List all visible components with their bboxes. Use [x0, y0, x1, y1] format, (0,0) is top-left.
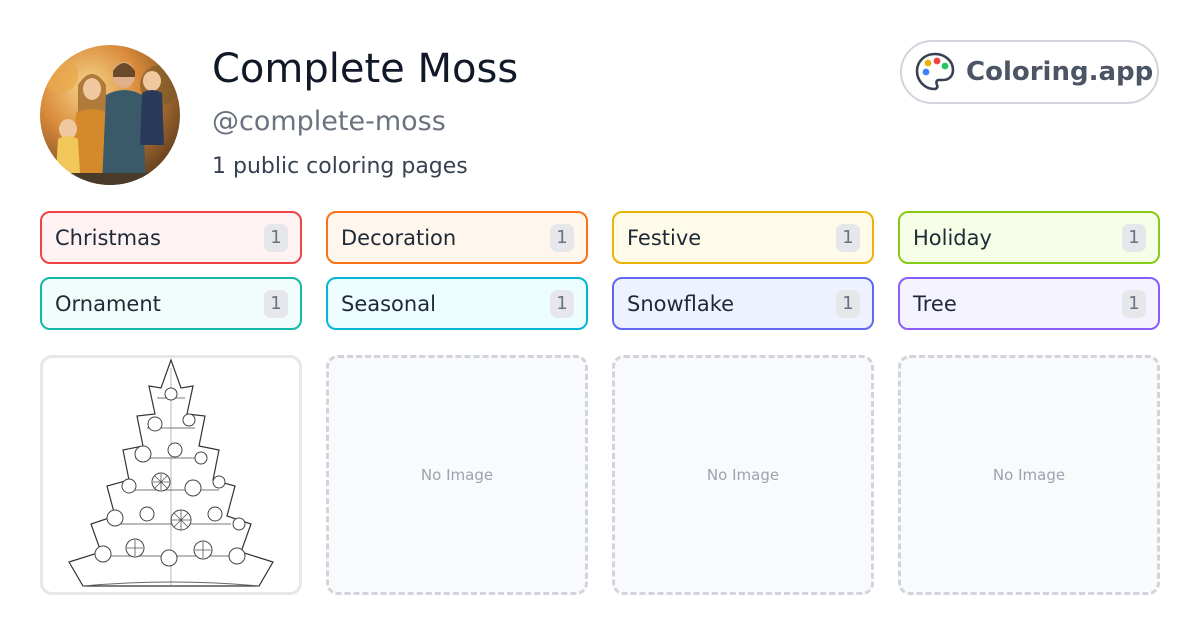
tag-tree[interactable]: Tree 1: [898, 277, 1160, 330]
tag-count: 1: [264, 289, 288, 318]
tag-count: 1: [836, 223, 860, 252]
tag-label: Christmas: [55, 225, 161, 250]
empty-card: No Image: [326, 355, 588, 595]
tag-count: 1: [264, 223, 288, 252]
tag-count: 1: [550, 289, 574, 318]
tag-ornament[interactable]: Ornament 1: [40, 277, 302, 330]
tag-label: Holiday: [913, 225, 992, 250]
tag-seasonal[interactable]: Seasonal 1: [326, 277, 588, 330]
tag-count: 1: [836, 289, 860, 318]
tag-list: Christmas 1 Decoration 1 Festive 1 Holid…: [40, 211, 1160, 330]
tag-label: Ornament: [55, 291, 161, 316]
profile-card: Complete Moss @complete-moss 1 public co…: [0, 0, 1200, 630]
no-image-label: No Image: [992, 466, 1066, 484]
tag-holiday[interactable]: Holiday 1: [898, 211, 1160, 264]
avatar: [40, 45, 180, 185]
no-image-label: No Image: [706, 466, 780, 484]
christmas-tree-coloring-image: [68, 358, 274, 587]
coloring-page-grid: No Image No Image No Image: [40, 355, 1160, 595]
palette-icon: [915, 52, 955, 91]
tag-count: 1: [1122, 289, 1146, 318]
coloring-page-card[interactable]: [40, 355, 302, 595]
no-image-label: No Image: [420, 466, 494, 484]
tag-label: Seasonal: [341, 291, 436, 316]
empty-card: No Image: [898, 355, 1160, 595]
tag-decoration[interactable]: Decoration 1: [326, 211, 588, 264]
brand-label: Coloring.app: [966, 57, 1154, 87]
profile-handle[interactable]: @complete-moss: [212, 104, 446, 140]
tag-festive[interactable]: Festive 1: [612, 211, 874, 264]
tag-label: Tree: [913, 291, 957, 316]
tag-label: Decoration: [341, 225, 457, 250]
tag-label: Snowflake: [627, 291, 735, 316]
brand-badge[interactable]: Coloring.app: [900, 40, 1159, 104]
tag-christmas[interactable]: Christmas 1: [40, 211, 302, 264]
tag-count: 1: [1122, 223, 1146, 252]
tag-count: 1: [550, 223, 574, 252]
family-photo-icon: [40, 45, 180, 185]
empty-card: No Image: [612, 355, 874, 595]
tag-snowflake[interactable]: Snowflake 1: [612, 277, 874, 330]
tag-label: Festive: [627, 225, 702, 250]
public-pages-count: 1 public coloring pages: [212, 154, 468, 179]
profile-name: Complete Moss: [212, 46, 519, 92]
